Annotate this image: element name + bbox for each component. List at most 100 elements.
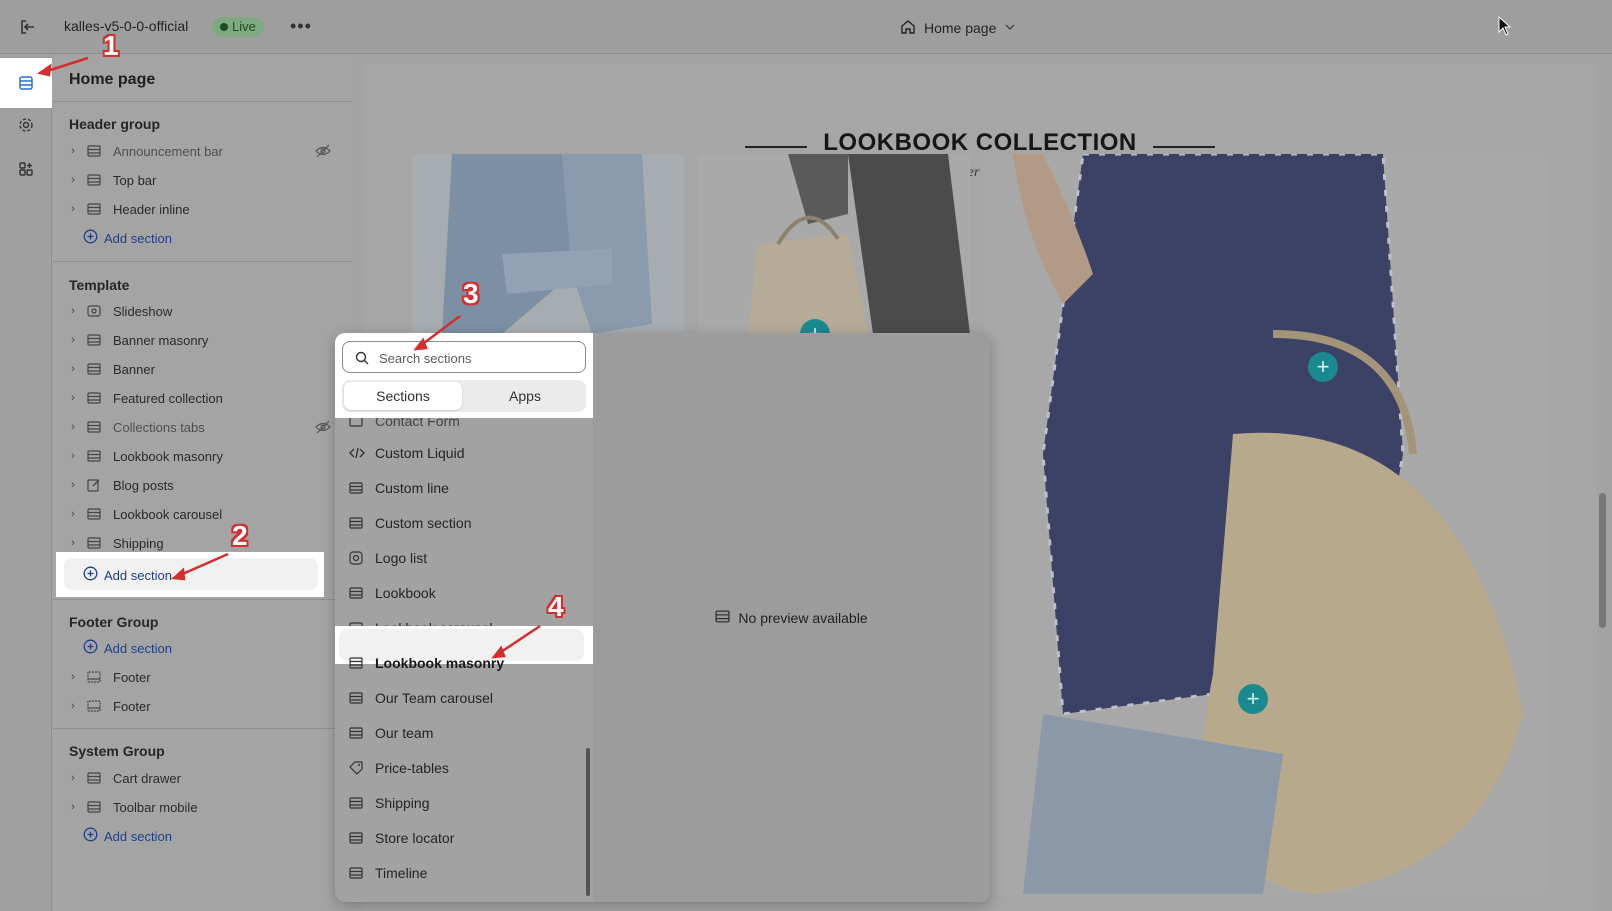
add-section-label: Add section: [104, 828, 172, 844]
sidebar-item-cart-drawer[interactable]: › Cart drawer: [65, 765, 337, 791]
apps-icon[interactable]: [12, 155, 40, 183]
hotspot-plus-icon[interactable]: +: [1238, 684, 1268, 714]
section-icon: [349, 832, 365, 844]
chevron-right-icon[interactable]: ›: [65, 508, 81, 520]
live-status-badge: Live: [212, 17, 264, 37]
settings-gear-icon[interactable]: [12, 111, 40, 139]
search-icon: [355, 351, 369, 368]
list-item-timeline[interactable]: Timeline: [341, 858, 587, 888]
list-item-our-team[interactable]: Our team: [341, 718, 587, 748]
lookbook-heading: LOOKBOOK COLLECTION: [823, 129, 1137, 156]
sections-sidebar: Home page Header group › Announcement ba…: [53, 55, 353, 911]
chevron-right-icon[interactable]: ›: [65, 363, 81, 375]
divider: [53, 728, 353, 729]
list-item-lookbook-masonry[interactable]: Lookbook masonry: [341, 648, 587, 678]
list-item-label: Timeline: [375, 865, 428, 881]
preview-scrollbar[interactable]: [1599, 493, 1606, 628]
sidebar-item-banner-masonry[interactable]: › Banner masonry: [65, 327, 337, 353]
chevron-right-icon[interactable]: ›: [65, 801, 81, 813]
chevron-right-icon[interactable]: ›: [65, 671, 81, 683]
code-icon: [349, 447, 365, 459]
search-sections-input[interactable]: [379, 348, 579, 368]
sidebar-item-top-bar[interactable]: › Top bar: [65, 167, 337, 193]
sidebar-item-label: Top bar: [113, 172, 157, 188]
footer-icon: [87, 699, 105, 713]
list-item-custom-liquid[interactable]: Custom Liquid: [341, 438, 587, 468]
sidebar-item-footer[interactable]: › Footer: [65, 664, 337, 690]
sidebar-item-label: Banner masonry: [113, 332, 209, 348]
add-section-button[interactable]: Add section: [83, 226, 172, 250]
list-item-logo-list[interactable]: Logo list: [341, 543, 587, 573]
plus-circle-icon: [83, 229, 98, 247]
sidebar-item-banner[interactable]: › Banner: [65, 356, 337, 382]
section-icon: [87, 333, 105, 347]
list-item-label: Price-tables: [375, 760, 449, 776]
add-section-button[interactable]: Add section: [83, 824, 172, 848]
list-item-label: Shipping: [375, 795, 430, 811]
section-icon: [87, 536, 105, 550]
section-icon: [349, 657, 365, 669]
editor-icon-rail: [0, 55, 52, 911]
list-item-custom-line[interactable]: Custom line: [341, 473, 587, 503]
chevron-right-icon[interactable]: ›: [65, 450, 81, 462]
hotspot-plus-icon[interactable]: +: [1308, 352, 1338, 382]
exit-icon[interactable]: [17, 16, 39, 38]
section-icon: [87, 144, 105, 158]
divider: [53, 261, 353, 262]
section-icon: [349, 587, 365, 599]
add-section-button[interactable]: Add section: [83, 563, 172, 587]
eye-hidden-icon[interactable]: [315, 144, 331, 161]
section-icon: [349, 867, 365, 879]
chevron-right-icon[interactable]: ›: [65, 145, 81, 157]
list-item-custom-section[interactable]: Custom section: [341, 508, 587, 538]
section-icon: [349, 797, 365, 809]
list-item-our-team-carousel[interactable]: Our Team carousel: [341, 683, 587, 713]
section-list-scrollbar[interactable]: [586, 748, 590, 896]
lookbook-image-basket-bag[interactable]: + +: [983, 154, 1546, 894]
chevron-right-icon[interactable]: ›: [65, 537, 81, 549]
page-selector[interactable]: Home page: [900, 17, 1016, 39]
chevron-right-icon[interactable]: ›: [65, 772, 81, 784]
chevron-right-icon[interactable]: ›: [65, 305, 81, 317]
chevron-right-icon[interactable]: ›: [65, 421, 81, 433]
chevron-right-icon[interactable]: ›: [65, 392, 81, 404]
sidebar-item-collections-tabs[interactable]: › Collections tabs: [65, 414, 337, 440]
sidebar-item-header-inline[interactable]: › Header inline: [65, 196, 337, 222]
chevron-right-icon[interactable]: ›: [65, 203, 81, 215]
add-section-popover: No preview available Contact Form Custom…: [335, 333, 990, 902]
add-section-button[interactable]: Add section: [83, 636, 172, 660]
sections-icon[interactable]: [12, 69, 40, 97]
sidebar-item-slideshow[interactable]: › Slideshow: [65, 298, 337, 324]
sidebar-item-toolbar-mobile[interactable]: › Toolbar mobile: [65, 794, 337, 820]
list-item-label: Custom line: [375, 480, 449, 496]
logo-icon: [349, 551, 365, 565]
list-item-label: Our Team carousel: [375, 690, 494, 706]
eye-hidden-icon[interactable]: [315, 420, 331, 437]
sidebar-item-lookbook-carousel[interactable]: › Lookbook carousel: [65, 501, 337, 527]
tab-apps[interactable]: Apps: [466, 382, 584, 410]
list-item-store-locator[interactable]: Store locator: [341, 823, 587, 853]
sidebar-item-label: Lookbook masonry: [113, 448, 223, 464]
sidebar-item-lookbook-masonry[interactable]: › Lookbook masonry: [65, 443, 337, 469]
sidebar-item-label: Banner: [113, 361, 155, 377]
list-item-price-tables[interactable]: Price-tables: [341, 753, 587, 783]
list-item-contact-form[interactable]: Contact Form: [341, 418, 587, 436]
lookbook-image-jeans[interactable]: [412, 154, 684, 334]
sidebar-title: Home page: [69, 71, 156, 88]
list-item-shipping[interactable]: Shipping: [341, 788, 587, 818]
list-item-label: Lookbook masonry: [375, 655, 505, 671]
chevron-right-icon[interactable]: ›: [65, 174, 81, 186]
no-preview-label: No preview available: [738, 610, 868, 626]
chevron-right-icon[interactable]: ›: [65, 700, 81, 712]
chevron-right-icon[interactable]: ›: [65, 334, 81, 346]
more-actions-icon[interactable]: •••: [290, 16, 312, 37]
sidebar-item-footer[interactable]: › Footer: [65, 693, 337, 719]
sidebar-item-blog-posts[interactable]: › Blog posts: [65, 472, 337, 498]
sidebar-item-featured-collection[interactable]: › Featured collection: [65, 385, 337, 411]
chevron-right-icon[interactable]: ›: [65, 479, 81, 491]
divider: [53, 101, 353, 102]
sidebar-item-announcement-bar[interactable]: › Announcement bar: [65, 138, 337, 164]
lookbook-image-tote[interactable]: +: [698, 154, 970, 334]
sidebar-item-label: Featured collection: [113, 390, 223, 406]
tab-sections[interactable]: Sections: [344, 382, 462, 410]
